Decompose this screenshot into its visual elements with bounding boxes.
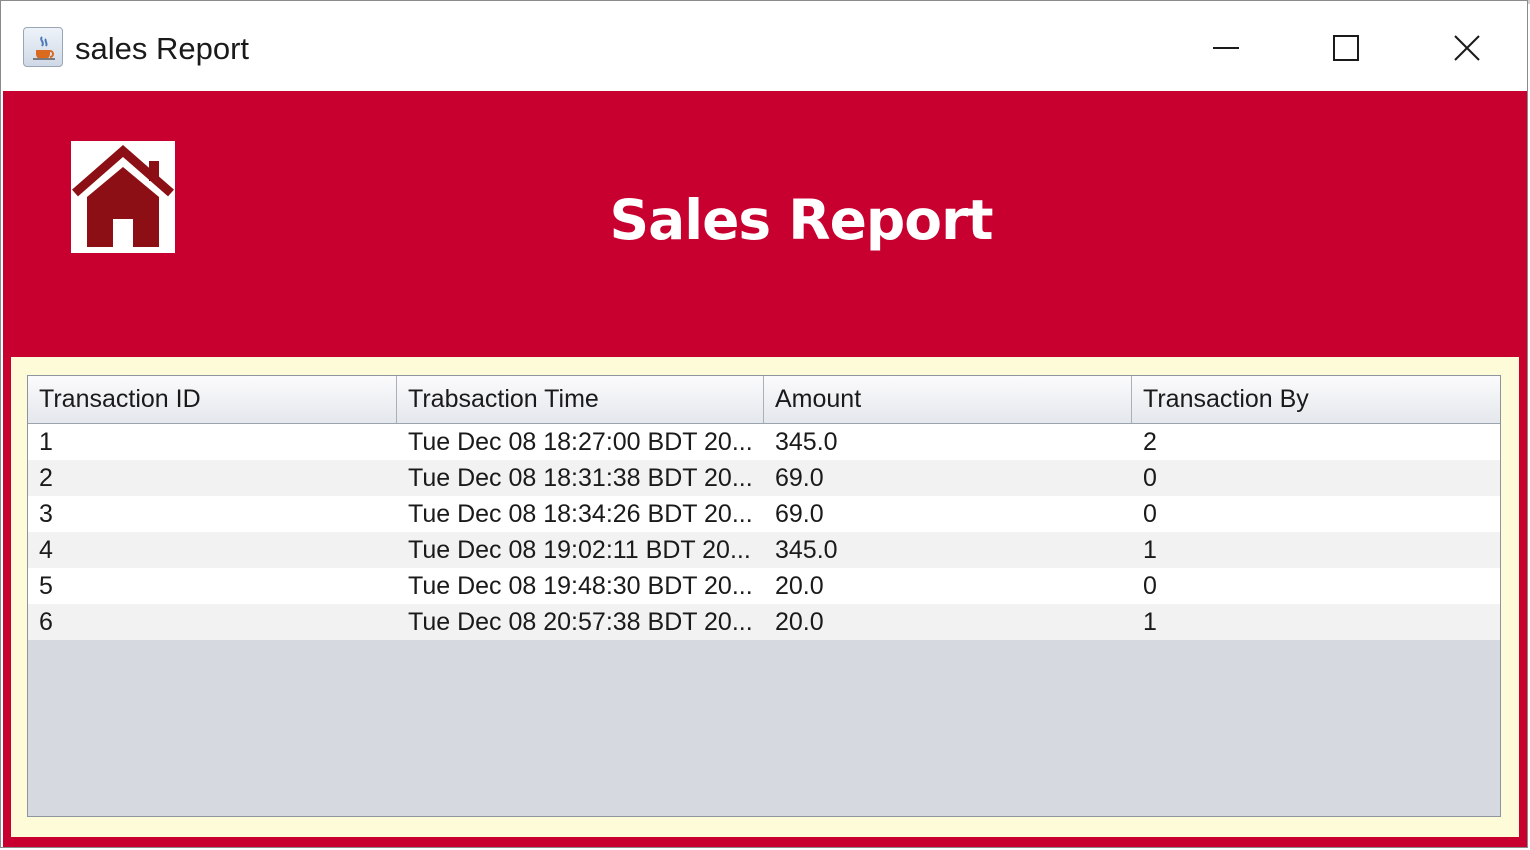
sales-table[interactable]: Transaction ID Trabsaction Time Amount T… <box>27 375 1501 817</box>
column-header-amount[interactable]: Amount <box>764 376 1132 423</box>
title-bar[interactable]: sales Report <box>3 5 1527 91</box>
column-header-transaction-by[interactable]: Transaction By <box>1132 376 1500 423</box>
cell-amount[interactable]: 345.0 <box>764 424 1132 460</box>
table-row[interactable]: 2 Tue Dec 08 18:31:38 BDT 20... 69.0 0 <box>28 460 1500 496</box>
cell-transaction-time[interactable]: Tue Dec 08 18:34:26 BDT 20... <box>397 496 764 532</box>
minimize-button[interactable] <box>1195 27 1255 71</box>
maximize-icon <box>1333 35 1359 61</box>
cell-transaction-time[interactable]: Tue Dec 08 19:48:30 BDT 20... <box>397 568 764 604</box>
table-row[interactable]: 4 Tue Dec 08 19:02:11 BDT 20... 345.0 1 <box>28 532 1500 568</box>
cell-transaction-id[interactable]: 2 <box>28 460 397 496</box>
cell-transaction-by[interactable]: 1 <box>1132 532 1500 568</box>
cell-transaction-time[interactable]: Tue Dec 08 18:31:38 BDT 20... <box>397 460 764 496</box>
maximize-button[interactable] <box>1315 27 1375 71</box>
cell-transaction-by[interactable]: 1 <box>1132 604 1500 640</box>
column-header-transaction-time[interactable]: Trabsaction Time <box>397 376 764 423</box>
column-header-transaction-id[interactable]: Transaction ID <box>28 376 397 423</box>
cell-transaction-by[interactable]: 0 <box>1132 568 1500 604</box>
close-icon <box>1454 35 1480 61</box>
cell-transaction-by[interactable]: 2 <box>1132 424 1500 460</box>
java-cup-icon[interactable] <box>23 27 63 67</box>
cell-transaction-by[interactable]: 0 <box>1132 460 1500 496</box>
cell-transaction-id[interactable]: 4 <box>28 532 397 568</box>
table-row[interactable]: 5 Tue Dec 08 19:48:30 BDT 20... 20.0 0 <box>28 568 1500 604</box>
window-title: sales Report <box>75 31 250 66</box>
cell-amount[interactable]: 20.0 <box>764 604 1132 640</box>
table-row[interactable]: 1 Tue Dec 08 18:27:00 BDT 20... 345.0 2 <box>28 424 1500 460</box>
cell-amount[interactable]: 20.0 <box>764 568 1132 604</box>
table-body: 1 Tue Dec 08 18:27:00 BDT 20... 345.0 2 … <box>28 424 1500 640</box>
minimize-icon <box>1213 47 1239 49</box>
page-title: Sales Report <box>609 188 994 252</box>
cell-transaction-id[interactable]: 1 <box>28 424 397 460</box>
cell-transaction-time[interactable]: Tue Dec 08 20:57:38 BDT 20... <box>397 604 764 640</box>
cell-amount[interactable]: 69.0 <box>764 496 1132 532</box>
cell-transaction-id[interactable]: 5 <box>28 568 397 604</box>
cell-transaction-id[interactable]: 3 <box>28 496 397 532</box>
cell-transaction-time[interactable]: Tue Dec 08 19:02:11 BDT 20... <box>397 532 764 568</box>
sales-report-window: sales Report Sales Report Transaction ID… <box>0 0 1528 848</box>
close-button[interactable] <box>1436 27 1496 71</box>
table-row[interactable]: 6 Tue Dec 08 20:57:38 BDT 20... 20.0 1 <box>28 604 1500 640</box>
cell-transaction-id[interactable]: 6 <box>28 604 397 640</box>
cell-transaction-by[interactable]: 0 <box>1132 496 1500 532</box>
content-frame: Transaction ID Trabsaction Time Amount T… <box>3 353 1527 847</box>
table-header: Transaction ID Trabsaction Time Amount T… <box>28 376 1500 424</box>
content-panel: Transaction ID Trabsaction Time Amount T… <box>11 357 1519 837</box>
table-row[interactable]: 3 Tue Dec 08 18:34:26 BDT 20... 69.0 0 <box>28 496 1500 532</box>
cell-amount[interactable]: 345.0 <box>764 532 1132 568</box>
header-banner: Sales Report <box>3 91 1527 353</box>
cell-amount[interactable]: 69.0 <box>764 460 1132 496</box>
cell-transaction-time[interactable]: Tue Dec 08 18:27:00 BDT 20... <box>397 424 764 460</box>
